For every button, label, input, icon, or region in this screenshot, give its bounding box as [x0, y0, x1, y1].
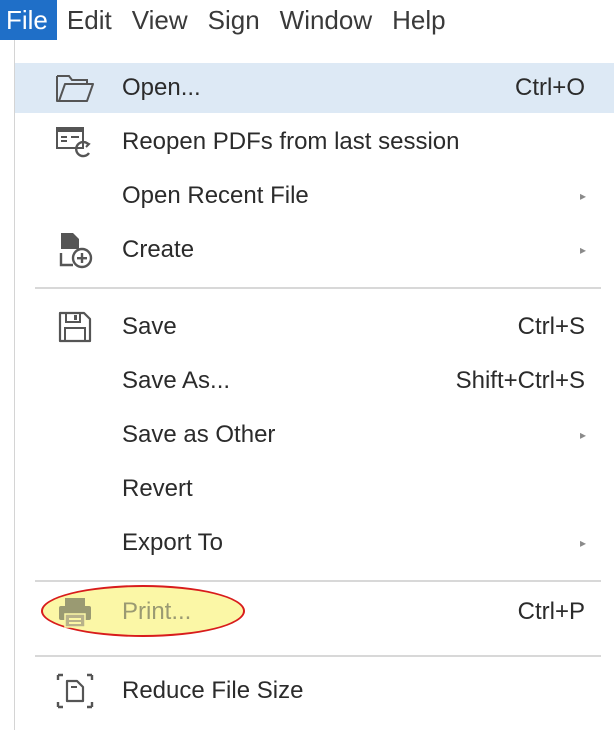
file-menu-dropdown: Open... Ctrl+O Reopen PDFs from last ses… [14, 40, 614, 730]
menu-item-shortcut: Ctrl+P [517, 598, 585, 625]
menu-item-export-to[interactable]: Export To ▸ [15, 518, 614, 568]
menu-item-revert[interactable]: Revert [15, 464, 614, 514]
menu-separator [35, 580, 601, 582]
menu-bar: File Edit View Sign Window Help [0, 0, 614, 40]
menu-item-shortcut: Ctrl+S [517, 313, 585, 340]
menu-item-label: Create [122, 236, 195, 263]
save-icon [55, 308, 95, 346]
menu-file[interactable]: File [0, 0, 57, 40]
printer-icon [55, 593, 95, 631]
reduce-file-size-icon [55, 672, 95, 710]
submenu-arrow-icon: ▸ [580, 243, 587, 257]
menu-item-reduce-file-size[interactable]: Reduce File Size [15, 666, 614, 716]
reopen-session-icon [55, 123, 95, 161]
menu-separator [35, 655, 601, 657]
menu-item-shortcut: Ctrl+O [514, 74, 585, 101]
menu-item-shortcut: Shift+Ctrl+S [455, 367, 585, 394]
folder-open-icon [55, 69, 95, 107]
menu-item-reopen-pdfs[interactable]: Reopen PDFs from last session [15, 117, 614, 167]
submenu-arrow-icon: ▸ [580, 428, 587, 442]
menu-edit[interactable]: Edit [57, 0, 122, 40]
menu-item-label: Save as Other [122, 421, 276, 448]
menu-item-label: Save As... [122, 367, 231, 394]
menu-item-print[interactable]: Print... Ctrl+P [15, 587, 614, 637]
menu-help[interactable]: Help [382, 0, 455, 40]
menu-item-label: Open... [122, 74, 201, 101]
menu-item-save-as[interactable]: Save As... Shift+Ctrl+S [15, 356, 614, 406]
menu-item-label: Print... [122, 598, 192, 625]
menu-item-save-as-other[interactable]: Save as Other ▸ [15, 410, 614, 460]
menu-item-label: Save [122, 313, 177, 340]
menu-item-save[interactable]: Save Ctrl+S [15, 302, 614, 352]
menu-item-label: Revert [122, 475, 193, 502]
submenu-arrow-icon: ▸ [580, 536, 587, 550]
menu-item-label: Reopen PDFs from last session [122, 128, 460, 155]
menu-view[interactable]: View [122, 0, 198, 40]
menu-separator [35, 287, 601, 289]
menu-item-label: Reduce File Size [122, 677, 304, 704]
menu-item-create[interactable]: Create ▸ [15, 225, 614, 275]
menu-sign[interactable]: Sign [198, 0, 270, 40]
create-pdf-icon [55, 231, 95, 269]
menu-item-label: Export To [122, 529, 223, 556]
menu-item-open-recent[interactable]: Open Recent File ▸ [15, 171, 614, 221]
menu-item-open[interactable]: Open... Ctrl+O [15, 63, 614, 113]
submenu-arrow-icon: ▸ [580, 189, 587, 203]
menu-item-label: Open Recent File [122, 182, 309, 209]
menu-window[interactable]: Window [270, 0, 382, 40]
